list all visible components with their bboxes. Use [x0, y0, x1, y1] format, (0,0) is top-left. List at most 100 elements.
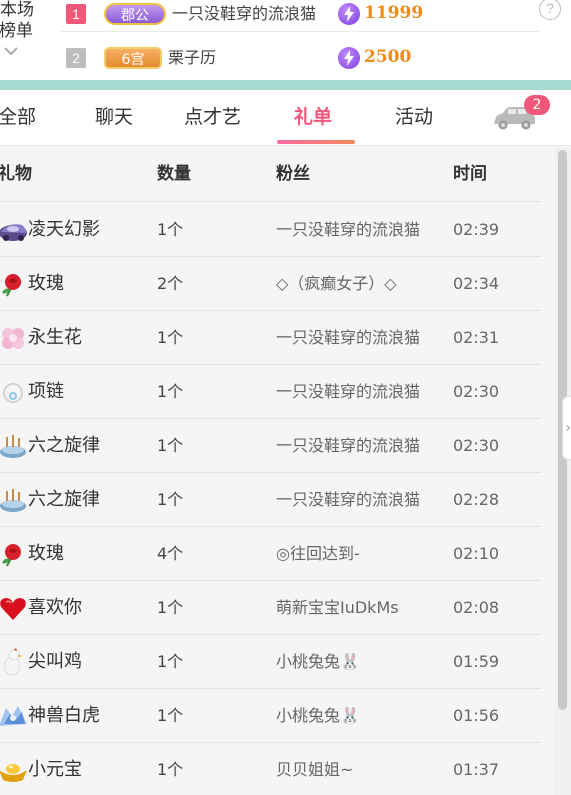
music-box-icon [0, 435, 26, 458]
gift-time: 02:30 [453, 436, 500, 455]
table-row[interactable]: 凌天幻影 1个 一只没鞋穿的流浪猫 02:39 [0, 203, 541, 257]
fan-name[interactable]: 贝贝姐姐~ [276, 759, 353, 781]
gift-time: 02:34 [453, 274, 500, 293]
gift-quantity: 1个 [157, 760, 184, 779]
table-row[interactable]: 玫瑰 2个 ◇（疯癫女子）◇ 02:34 [0, 257, 541, 311]
rank-number: 2 [66, 48, 86, 68]
rank-user-name[interactable]: 一只没鞋穿的流浪猫 [172, 4, 316, 24]
notification-badge: 2 [524, 95, 550, 115]
gift-time: 02:10 [453, 544, 500, 563]
gift-table: 礼物 数量 粉丝 时间 凌天幻影 1个 一只没鞋穿的流浪猫 02:39 玫瑰 2… [0, 147, 541, 795]
gift-name: 喜欢你 [28, 597, 82, 618]
ranking-label-line2: 榜单 [0, 21, 33, 41]
gift-name: 尖叫鸡 [28, 651, 82, 672]
gift-quantity: 4个 [157, 544, 184, 563]
column-header-time: 时间 [453, 164, 487, 184]
lightning-icon [338, 47, 360, 69]
gift-time: 02:39 [453, 220, 500, 239]
side-collapse-tab[interactable]: › [562, 396, 571, 460]
fan-name[interactable]: 一只没鞋穿的流浪猫 [276, 219, 420, 241]
gift-name: 六之旋律 [28, 489, 100, 510]
tab-all[interactable]: 全部 [0, 104, 36, 130]
rank-score: 2500 [364, 47, 412, 67]
fan-name[interactable]: 一只没鞋穿的流浪猫 [276, 489, 420, 511]
ranking-panel: 本场 榜单 ? 1 郡公 一只没鞋穿的流浪猫 11999 2 6宫 栗子历 25… [0, 0, 571, 80]
eternal-flower-icon [2, 328, 24, 349]
gift-name: 神兽白虎 [28, 705, 100, 726]
gift-name: 六之旋律 [28, 435, 100, 456]
rank-user-name[interactable]: 栗子历 [168, 48, 216, 68]
gift-quantity: 1个 [157, 706, 184, 725]
gift-time: 02:30 [453, 382, 500, 401]
fan-name[interactable]: 萌新宝宝IuDkMs [276, 597, 399, 619]
gift-name: 玫瑰 [28, 543, 64, 564]
panel-divider [0, 80, 571, 90]
love-heart-icon [0, 598, 26, 620]
level-badge: 6宫 [104, 47, 162, 69]
table-row[interactable]: 尖叫鸡 1个 小桃兔兔🐰 01:59 [0, 635, 541, 689]
ranking-toggle[interactable]: 本场 榜单 [0, 0, 34, 44]
gift-quantity: 1个 [157, 490, 184, 509]
noble-badge: 郡公 [104, 3, 166, 25]
chevron-down-icon[interactable] [4, 46, 18, 56]
rose-icon [2, 274, 21, 297]
rank-score: 11999 [364, 3, 424, 23]
table-row[interactable]: 玫瑰 4个 ◎往回达到- 02:10 [0, 527, 541, 581]
gift-quantity: 2个 [157, 274, 184, 293]
tab-chat[interactable]: 聊天 [95, 104, 133, 130]
screaming-chicken-icon [3, 648, 23, 676]
fan-name[interactable]: 小桃兔兔🐰 [276, 651, 360, 673]
necklace-icon [3, 383, 23, 403]
gift-time: 02:28 [453, 490, 500, 509]
tab-activity[interactable]: 活动 [395, 104, 433, 130]
column-header-qty: 数量 [157, 164, 191, 184]
table-header: 礼物 数量 粉丝 时间 [0, 147, 541, 202]
music-box-icon [0, 489, 26, 512]
rose-icon [2, 544, 21, 567]
fan-name[interactable]: 一只没鞋穿的流浪猫 [276, 381, 420, 403]
gift-quantity: 1个 [157, 652, 184, 671]
gift-quantity: 1个 [157, 436, 184, 455]
gift-time: 01:59 [453, 652, 500, 671]
fan-name[interactable]: ◎往回达到- [276, 543, 360, 565]
lightning-icon [338, 3, 360, 25]
tab-bar: 全部 聊天 点才艺 礼单 活动 [0, 90, 571, 146]
gift-name: 永生花 [28, 327, 82, 348]
table-row[interactable]: 神兽白虎 1个 小桃兔兔🐰 01:56 [0, 689, 541, 743]
table-row[interactable]: 项链 1个 一只没鞋穿的流浪猫 02:30 [0, 365, 541, 419]
table-row[interactable]: 小元宝 1个 贝贝姐姐~ 01:37 [0, 743, 541, 795]
gift-time: 01:37 [453, 760, 500, 779]
table-row[interactable]: 喜欢你 1个 萌新宝宝IuDkMs 02:08 [0, 581, 541, 635]
gift-name: 凌天幻影 [28, 219, 100, 240]
table-row[interactable]: 六之旋律 1个 一只没鞋穿的流浪猫 02:30 [0, 419, 541, 473]
gift-quantity: 1个 [157, 598, 184, 617]
active-tab-indicator [277, 140, 355, 144]
gift-quantity: 1个 [157, 382, 184, 401]
fan-name[interactable]: 一只没鞋穿的流浪猫 [276, 435, 420, 457]
tab-talent[interactable]: 点才艺 [184, 104, 241, 130]
gold-ingot-icon [0, 764, 27, 782]
gift-name: 项链 [28, 381, 64, 402]
fan-name[interactable]: ◇（疯癫女子）◇ [276, 273, 397, 295]
rank-number: 1 [66, 4, 86, 24]
help-icon[interactable]: ? [539, 0, 561, 20]
tab-gift-list[interactable]: 礼单 [294, 104, 332, 130]
table-row[interactable]: 六之旋律 1个 一只没鞋穿的流浪猫 02:28 [0, 473, 541, 527]
fan-name[interactable]: 小桃兔兔🐰 [276, 705, 360, 727]
gift-time: 02:08 [453, 598, 500, 617]
gift-name: 玫瑰 [28, 273, 64, 294]
table-row[interactable]: 永生花 1个 一只没鞋穿的流浪猫 02:31 [0, 311, 541, 365]
gift-quantity: 1个 [157, 328, 184, 347]
ranking-entry[interactable]: 1 郡公 一只没鞋穿的流浪猫 11999 [60, 0, 540, 32]
gift-time: 02:31 [453, 328, 500, 347]
column-header-fan: 粉丝 [276, 164, 310, 184]
gift-quantity: 1个 [157, 220, 184, 239]
column-header-gift: 礼物 [0, 164, 32, 184]
phantom-car-icon [0, 224, 27, 241]
gift-name: 小元宝 [28, 759, 82, 780]
gift-time: 01:56 [453, 706, 500, 725]
fan-name[interactable]: 一只没鞋穿的流浪猫 [276, 327, 420, 349]
ranking-entry[interactable]: 2 6宫 栗子历 2500 [60, 42, 540, 76]
white-tiger-icon [0, 706, 27, 726]
ranking-label-line1: 本场 [0, 0, 34, 20]
